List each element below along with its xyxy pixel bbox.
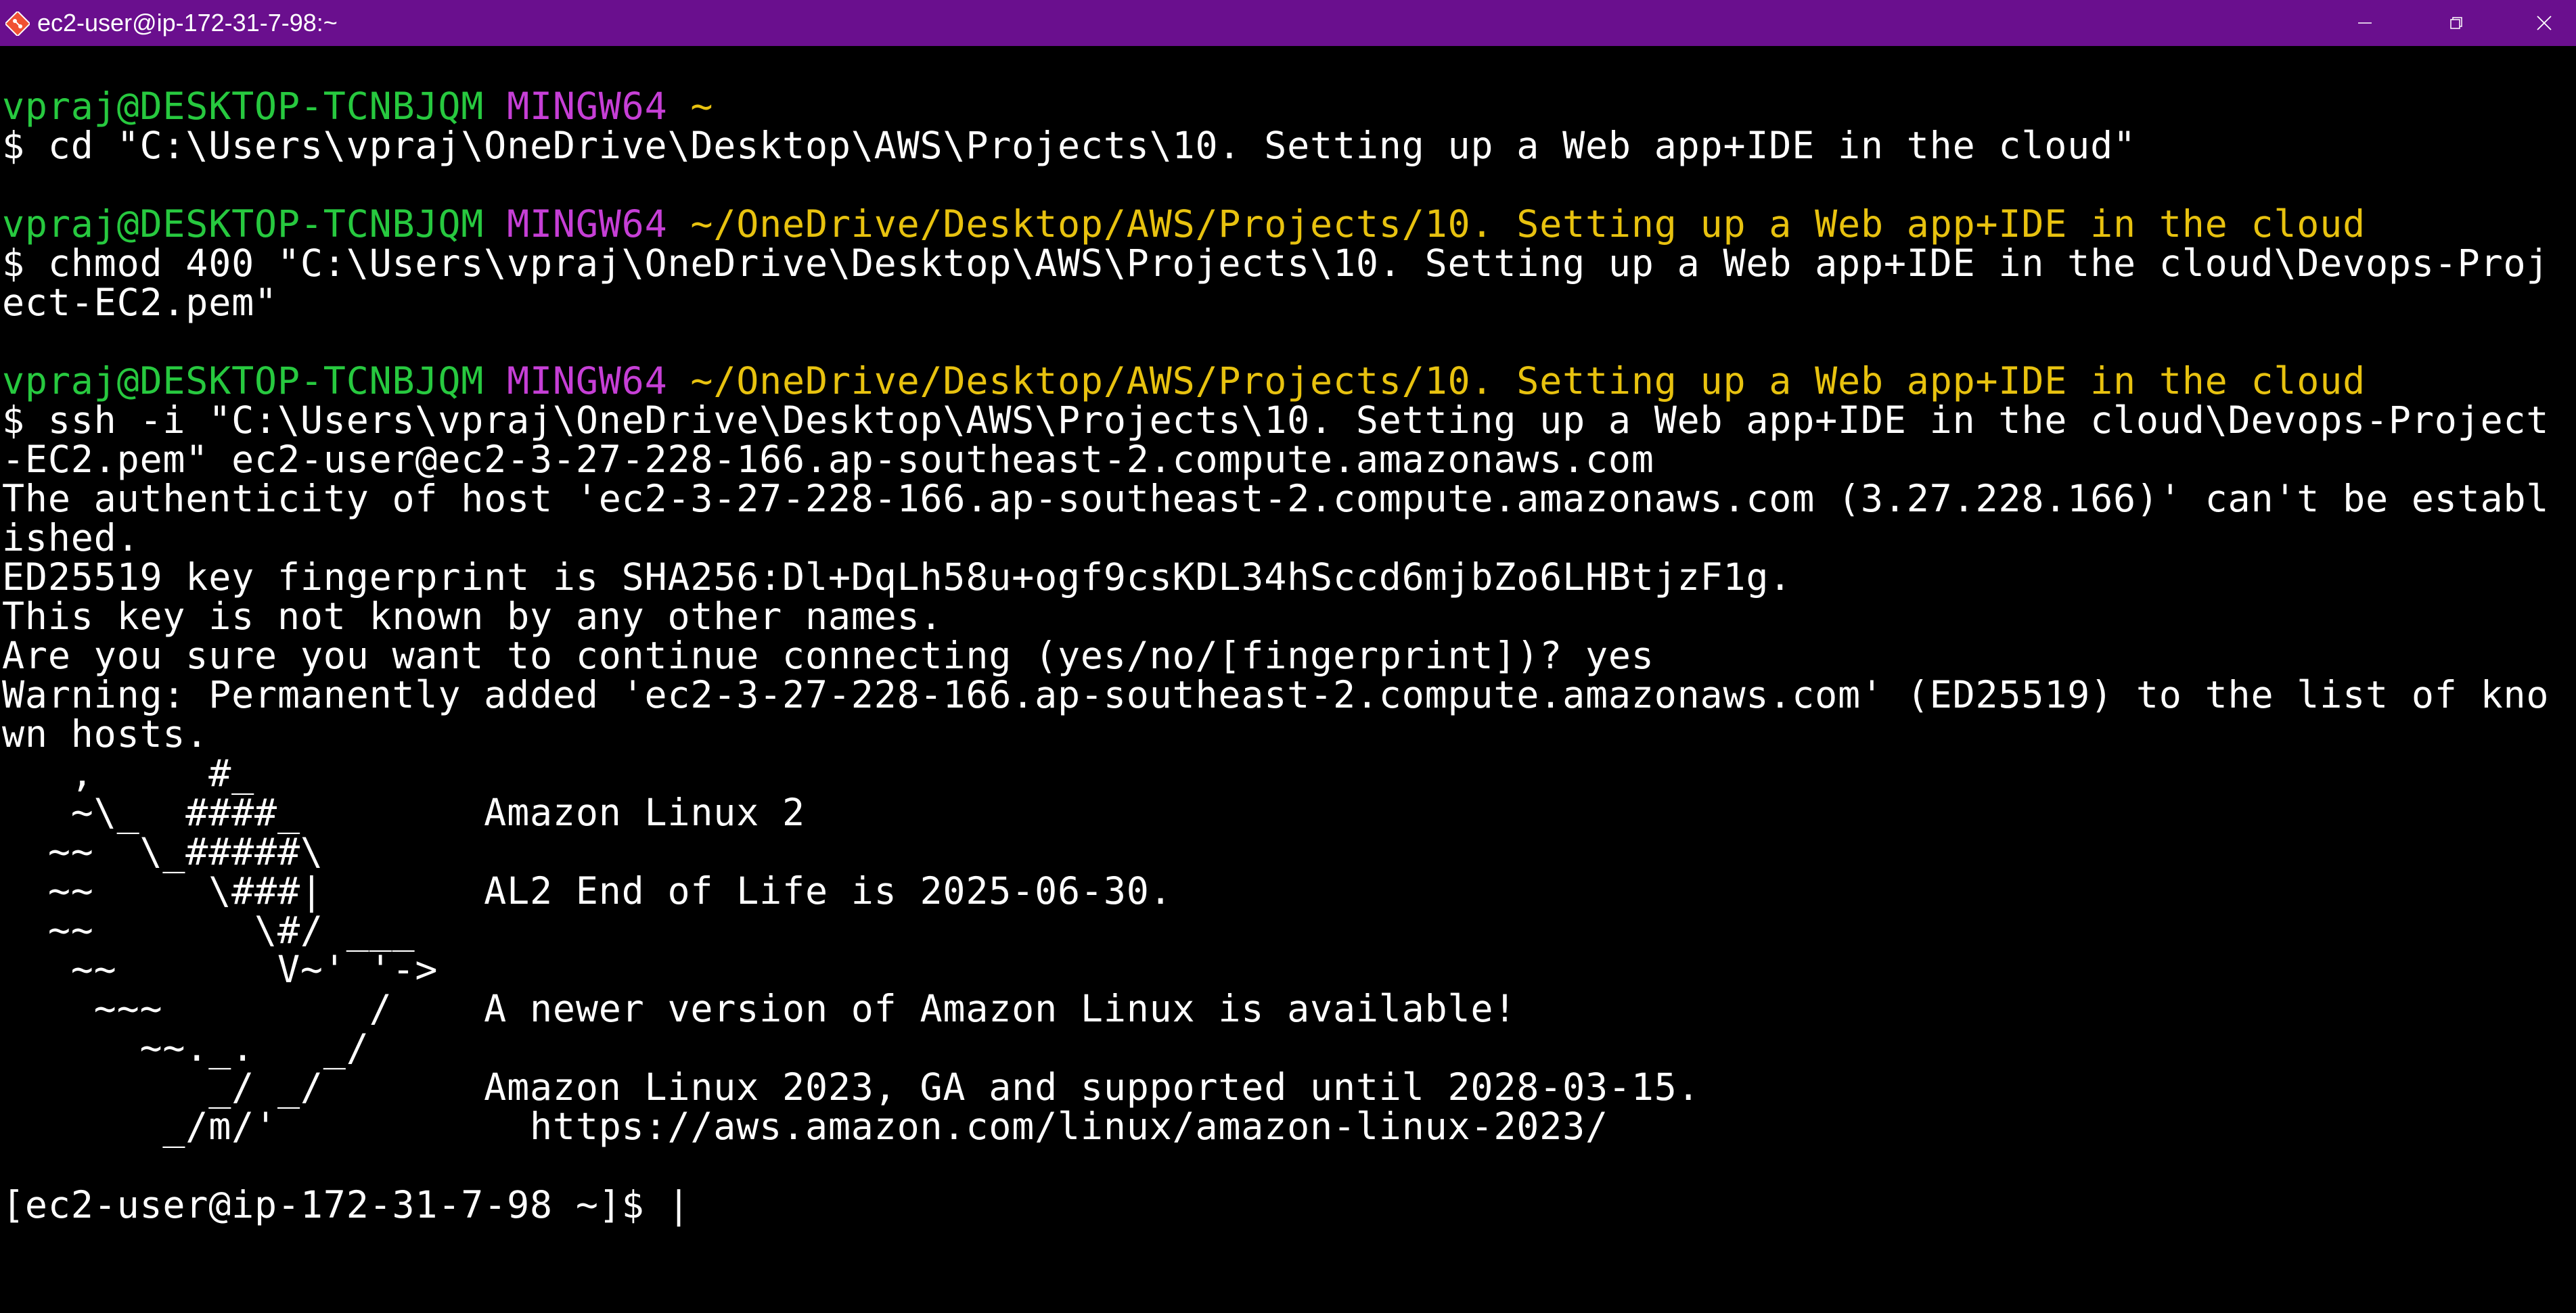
command-line: ect-EC2.pem" [2,281,277,324]
text-cursor: | [667,1183,691,1226]
prompt-path: ~/OneDrive/Desktop/AWS/Projects/10. Sett… [690,359,2366,402]
close-icon [2537,16,2552,30]
minimize-button[interactable] [2324,0,2405,46]
command-line: $ cd "C:\Users\vpraj\OneDrive\Desktop\AW… [2,124,2136,167]
terminal-window: ec2-user@ip-172-31-7-98:~ vpraj@DESKTOP-… [0,0,2576,1313]
motd-line: ~~ V~' '-> [2,948,438,991]
prompt-user-host: vpraj@DESKTOP-TCNBJQM [2,85,484,128]
prompt-path: ~ [690,85,714,128]
maximize-icon [2450,17,2462,29]
window-title: ec2-user@ip-172-31-7-98:~ [37,9,338,37]
git-bash-icon [4,10,31,37]
title-bar[interactable]: ec2-user@ip-172-31-7-98:~ [0,0,2576,46]
motd-line: _/ _/ Amazon Linux 2023, GA and supporte… [2,1065,1700,1109]
maximize-button[interactable] [2416,0,2497,46]
motd-line: ~~ \###| AL2 End of Life is 2025-06-30. [2,869,1173,913]
output-line: The authenticity of host 'ec2-3-27-228-1… [2,477,2550,520]
command-line: $ chmod 400 "C:\Users\vpraj\OneDrive\Des… [2,241,2550,285]
output-line: ished. [2,516,140,559]
motd-line: ~~~ / A newer version of Amazon Linux is… [2,987,1517,1030]
motd-line: ~\_ ####_ Amazon Linux 2 [2,791,805,834]
command-line: -EC2.pem" ec2-user@ec2-3-27-228-166.ap-s… [2,438,1654,481]
terminal-output-area[interactable]: vpraj@DESKTOP-TCNBJQM MINGW64 ~ $ cd "C:… [0,46,2576,1313]
prompt-system: MINGW64 [507,202,668,246]
motd-line: ~~ \_#####\ [2,830,323,873]
prompt-user-host: vpraj@DESKTOP-TCNBJQM [2,359,484,402]
motd-line: , #_ [2,752,255,795]
command-line: $ ssh -i "C:\Users\vpraj\OneDrive\Deskto… [2,398,2550,442]
output-line: Warning: Permanently added 'ec2-3-27-228… [2,673,2550,716]
shell-prompt: [ec2-user@ip-172-31-7-98 ~]$ [2,1183,668,1226]
prompt-path: ~/OneDrive/Desktop/AWS/Projects/10. Sett… [690,202,2366,246]
output-line: Are you sure you want to continue connec… [2,634,1654,677]
motd-line: ~~ \#/ ___ [2,908,415,952]
close-button[interactable] [2504,0,2576,46]
motd-line: ~~._. _/ [2,1026,369,1069]
output-line: ED25519 key fingerprint is SHA256:Dl+DqL… [2,555,1792,599]
terminal-text: vpraj@DESKTOP-TCNBJQM MINGW64 ~ $ cd "C:… [2,87,2549,1224]
minimize-icon [2358,22,2372,24]
output-line: This key is not known by any other names… [2,595,943,638]
prompt-user-host: vpraj@DESKTOP-TCNBJQM [2,202,484,246]
output-line: wn hosts. [2,712,209,756]
motd-line: _/m/' https://aws.amazon.com/linux/amazo… [2,1105,1608,1148]
prompt-system: MINGW64 [507,359,668,402]
prompt-system: MINGW64 [507,85,668,128]
